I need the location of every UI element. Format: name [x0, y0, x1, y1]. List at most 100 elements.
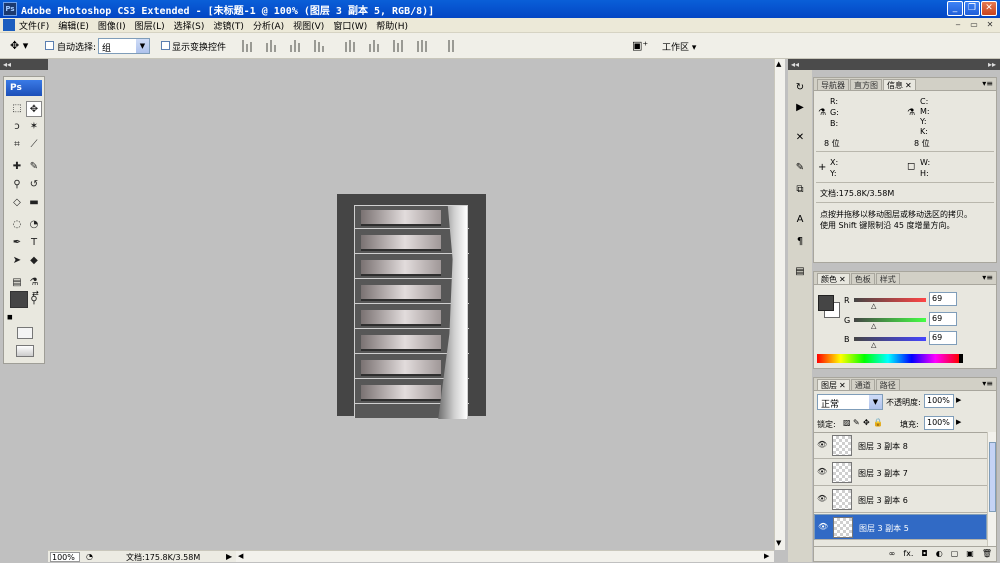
color-b-slider[interactable]: [854, 337, 926, 341]
eraser-tool[interactable]: ◇: [9, 195, 25, 211]
stamp-tool[interactable]: ⚲: [9, 177, 25, 193]
menu-layer[interactable]: 图层(L): [135, 19, 165, 32]
tab-color[interactable]: 颜色 ✕: [817, 273, 850, 284]
fill-input[interactable]: 100%: [924, 416, 954, 430]
history-brush-tool[interactable]: ↺: [26, 177, 42, 193]
screen-mode-icon[interactable]: [16, 345, 34, 357]
tab-layers[interactable]: 图层 ✕: [817, 379, 850, 390]
status-menu-arrow-icon[interactable]: ▶: [226, 552, 232, 561]
layers-scrollbar[interactable]: [987, 432, 996, 546]
menu-window[interactable]: 窗口(W): [333, 19, 367, 32]
align-left-icon[interactable]: [314, 40, 324, 52]
layer-comps-icon[interactable]: ▤: [792, 266, 808, 282]
type-tool[interactable]: T: [26, 235, 42, 251]
foreground-color-swatch[interactable]: [10, 291, 28, 308]
color-r-slider[interactable]: [854, 298, 926, 302]
horizontal-scrollbar[interactable]: ◀ ▶: [236, 550, 774, 562]
layer-row[interactable]: 👁 图层 3 副本 8: [814, 433, 987, 459]
link-icon[interactable]: ∞: [889, 549, 896, 561]
doc-close-icon[interactable]: ✕: [984, 19, 996, 31]
show-transform-checkbox[interactable]: [161, 41, 170, 53]
image-artwork[interactable]: [354, 205, 469, 419]
doc-restore-icon[interactable]: ▭: [968, 19, 980, 31]
lasso-tool[interactable]: ↄ: [9, 119, 25, 135]
slider-thumb-icon[interactable]: △: [871, 302, 876, 310]
layer-row[interactable]: 👁 图层 3 副本 7: [814, 460, 987, 486]
actions-icon[interactable]: ▶: [792, 102, 808, 118]
fill-arrow-icon[interactable]: ▶: [956, 418, 961, 426]
opacity-input[interactable]: 100%: [924, 394, 954, 408]
menu-filter[interactable]: 滤镜(T): [213, 19, 244, 32]
menu-analysis[interactable]: 分析(A): [253, 19, 284, 32]
tab-styles[interactable]: 样式: [875, 273, 900, 284]
slice-tool[interactable]: ⟋: [26, 137, 42, 153]
lock-transparent-icon[interactable]: ▨: [843, 418, 851, 427]
layer-row-selected[interactable]: 👁 图层 3 副本 5: [814, 514, 987, 540]
lock-image-icon[interactable]: ✎: [853, 418, 860, 427]
path-select-tool[interactable]: ➤: [9, 253, 25, 269]
tab-paths[interactable]: 路径: [875, 379, 900, 390]
mask-icon[interactable]: ◘: [921, 549, 927, 561]
tab-channels[interactable]: 通道: [850, 379, 875, 390]
pen-tool[interactable]: ✒: [9, 235, 25, 251]
eye-icon[interactable]: 👁: [817, 495, 827, 503]
doc-minimize-icon[interactable]: ‒: [952, 19, 964, 31]
color-b-input[interactable]: 69: [929, 331, 957, 345]
tab-swatches[interactable]: 色板: [850, 273, 875, 284]
history-icon[interactable]: ↻: [792, 82, 808, 98]
auto-select-dropdown[interactable]: 组 ▼: [98, 38, 150, 54]
paragraph-icon[interactable]: ¶: [792, 236, 808, 252]
blur-tool[interactable]: ◌: [9, 217, 25, 233]
brushes-icon[interactable]: ✎: [792, 162, 808, 178]
status-info-icon[interactable]: ◔: [86, 552, 93, 561]
align-top-icon[interactable]: [242, 40, 252, 52]
menu-edit[interactable]: 编辑(E): [58, 19, 89, 32]
tab-info[interactable]: 信息 ✕: [883, 79, 916, 90]
menu-view[interactable]: 视图(V): [293, 19, 324, 32]
lock-position-icon[interactable]: ✥: [863, 418, 870, 427]
auto-select-checkbox[interactable]: [45, 41, 54, 53]
panel-dock-header[interactable]: ◂◂ ▸▸: [788, 59, 1000, 70]
minimize-button[interactable]: _: [947, 1, 963, 16]
menu-help[interactable]: 帮助(H): [376, 19, 408, 32]
vertical-scrollbar[interactable]: ▲ ▼: [774, 59, 785, 550]
shape-tool[interactable]: ◆: [26, 253, 42, 269]
align-vcenter-icon[interactable]: [266, 40, 276, 52]
brush-tool[interactable]: ✎: [26, 159, 42, 175]
lock-all-icon[interactable]: 🔒: [873, 418, 883, 427]
align-bottom-icon[interactable]: [290, 40, 300, 52]
distribute-top-icon[interactable]: [345, 40, 355, 52]
scroll-left-icon[interactable]: ◀: [238, 552, 243, 560]
black-swatch[interactable]: [959, 354, 963, 363]
color-spectrum-bar[interactable]: [817, 354, 959, 363]
toolbox-collapse-strip[interactable]: ◂◂: [0, 59, 48, 70]
eye-icon[interactable]: 👁: [817, 441, 827, 449]
color-g-input[interactable]: 69: [929, 312, 957, 326]
fx-icon[interactable]: fx.: [903, 549, 913, 561]
panel-menu-icon[interactable]: ▾≡: [982, 79, 993, 88]
group-icon[interactable]: ▢: [951, 549, 959, 561]
eye-icon[interactable]: 👁: [818, 523, 828, 531]
adjustment-icon[interactable]: ◐: [936, 549, 943, 561]
quick-mask-icon[interactable]: [17, 327, 33, 339]
healing-tool[interactable]: ✚: [9, 159, 25, 175]
slider-thumb-icon[interactable]: △: [871, 341, 876, 349]
workspace-button[interactable]: 工作区 ▾: [662, 40, 696, 53]
magic-wand-tool[interactable]: ✶: [26, 119, 42, 135]
move-tool[interactable]: ✥: [26, 101, 42, 117]
distribute-right-icon[interactable]: [417, 40, 427, 52]
scroll-down-icon[interactable]: ▼: [776, 539, 781, 547]
panel-menu-icon[interactable]: ▾≡: [982, 273, 993, 282]
scroll-up-icon[interactable]: ▲: [776, 60, 781, 68]
tab-navigator[interactable]: 导航器: [817, 79, 849, 90]
dodge-tool[interactable]: ◔: [26, 217, 42, 233]
distribute-left-icon[interactable]: [393, 40, 403, 52]
menu-select[interactable]: 选择(S): [174, 19, 205, 32]
opacity-arrow-icon[interactable]: ▶: [956, 396, 961, 404]
bridge-icon[interactable]: ▣⁺: [632, 39, 648, 52]
slider-thumb-icon[interactable]: △: [871, 322, 876, 330]
new-layer-icon[interactable]: ▣: [966, 549, 974, 561]
move-tool-preset-icon[interactable]: ✥ ▾: [10, 39, 28, 52]
notes-tool[interactable]: ▤: [9, 275, 25, 291]
color-r-input[interactable]: 69: [929, 292, 957, 306]
